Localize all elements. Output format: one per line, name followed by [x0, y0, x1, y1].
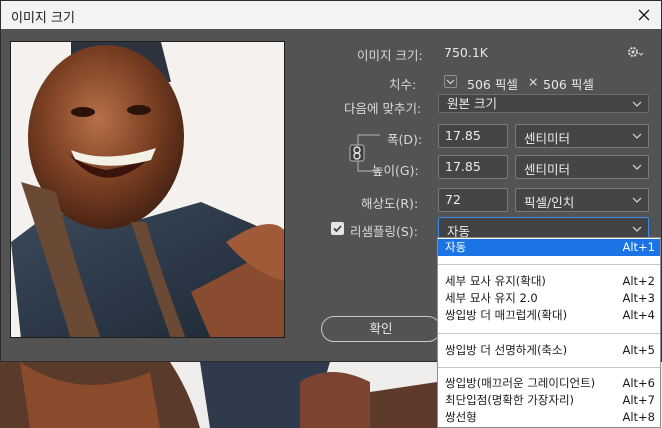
title-bar: 이미지 크기: [1, 1, 661, 29]
height-label: 높이(G):: [372, 163, 419, 178]
menu-item-preserve-details-2[interactable]: 세부 묘사 유지 2.0 Alt+3: [438, 290, 660, 307]
menu-item-shortcut: Alt+1: [622, 240, 655, 254]
checkmark-icon: [333, 225, 342, 233]
menu-item-shortcut: Alt+7: [622, 393, 655, 407]
menu-item-nearest-neighbor[interactable]: 최단입점(명확한 가장자리) Alt+7: [438, 392, 660, 409]
dialog-title: 이미지 크기: [11, 11, 75, 26]
width-label: 폭(D):: [387, 132, 423, 147]
menu-item-label: 자동: [445, 240, 467, 254]
chevron-down-icon: [446, 79, 455, 85]
menu-item-preserve-details[interactable]: 세부 묘사 유지(확대) Alt+2: [438, 273, 660, 290]
fit-to-label: 다음에 맞추기:: [344, 101, 422, 116]
width-unit-value: 센티미터: [524, 131, 571, 146]
menu-separator: [438, 333, 660, 334]
menu-item-label: 쌍입방 더 선명하게(축소): [445, 343, 568, 357]
image-preview[interactable]: [10, 41, 285, 338]
menu-item-bicubic-sharper[interactable]: 쌍입방 더 선명하게(축소) Alt+5: [438, 342, 660, 359]
gear-icon: [628, 47, 644, 57]
close-button[interactable]: [633, 4, 655, 26]
menu-item-auto[interactable]: 자동 Alt+1: [438, 239, 660, 256]
menu-item-shortcut: Alt+5: [622, 343, 655, 357]
resample-checkbox[interactable]: [331, 222, 344, 235]
menu-item-shortcut: Alt+8: [622, 410, 655, 424]
image-size-value: 750.1K: [444, 45, 488, 60]
dimensions-times: ×: [528, 74, 539, 89]
resolution-unit-value: 픽셀/인치: [524, 195, 575, 210]
menu-item-label: 세부 묘사 유지(확대): [445, 274, 546, 288]
width-input[interactable]: 17.85: [438, 124, 508, 148]
menu-separator: [438, 367, 660, 368]
menu-item-bilinear[interactable]: 쌍선형 Alt+8: [438, 409, 660, 426]
menu-item-label: 최단입점(명확한 가장자리): [445, 393, 575, 407]
menu-item-label: 세부 묘사 유지 2.0: [445, 291, 538, 305]
close-icon: [638, 9, 650, 21]
fit-to-select[interactable]: 원본 크기: [438, 94, 649, 113]
width-unit-select[interactable]: 센티미터: [515, 124, 649, 148]
dimensions-label: 치수:: [389, 77, 417, 92]
menu-item-label: 쌍입방 더 매끄럽게(확대): [445, 308, 568, 322]
menu-item-shortcut: Alt+3: [622, 291, 655, 305]
chevron-down-icon: [632, 101, 642, 107]
menu-item-shortcut: Alt+4: [622, 308, 655, 322]
dimensions-width: 506 픽셀: [467, 77, 518, 92]
menu-item-bicubic[interactable]: 쌍입방(매끄러운 그레이디언트) Alt+6: [438, 375, 660, 392]
menu-separator: [438, 264, 660, 265]
dimensions-toggle[interactable]: [444, 75, 457, 88]
fit-to-value: 원본 크기: [447, 96, 497, 111]
menu-item-shortcut: Alt+2: [622, 274, 655, 288]
settings-button[interactable]: [627, 45, 644, 59]
chevron-down-icon: [632, 133, 642, 139]
resample-label: 리샘플링(S):: [350, 224, 418, 239]
height-unit-value: 센티미터: [524, 162, 571, 177]
chevron-down-icon: [632, 226, 642, 232]
height-input[interactable]: 17.85: [438, 155, 508, 179]
resolution-label: 해상도(R):: [361, 196, 419, 211]
height-unit-select[interactable]: 센티미터: [515, 155, 649, 179]
image-size-label: 이미지 크기:: [357, 48, 423, 63]
resample-dropdown-menu: 자동 Alt+1 세부 묘사 유지(확대) Alt+2 세부 묘사 유지 2.0…: [437, 237, 661, 428]
menu-item-shortcut: Alt+6: [622, 376, 655, 390]
dimensions-height: 506 픽셀: [543, 77, 594, 92]
resolution-input[interactable]: 72: [438, 188, 508, 212]
chevron-down-icon: [632, 164, 642, 170]
menu-item-label: 쌍선형: [445, 410, 477, 424]
menu-item-label: 쌍입방(매끄러운 그레이디언트): [445, 376, 596, 390]
menu-item-bicubic-smoother[interactable]: 쌍입방 더 매끄럽게(확대) Alt+4: [438, 307, 660, 324]
ok-button[interactable]: 확인: [321, 316, 441, 342]
resolution-unit-select[interactable]: 픽셀/인치: [515, 188, 649, 212]
chevron-down-icon: [632, 197, 642, 203]
preview-photo: [11, 42, 284, 337]
